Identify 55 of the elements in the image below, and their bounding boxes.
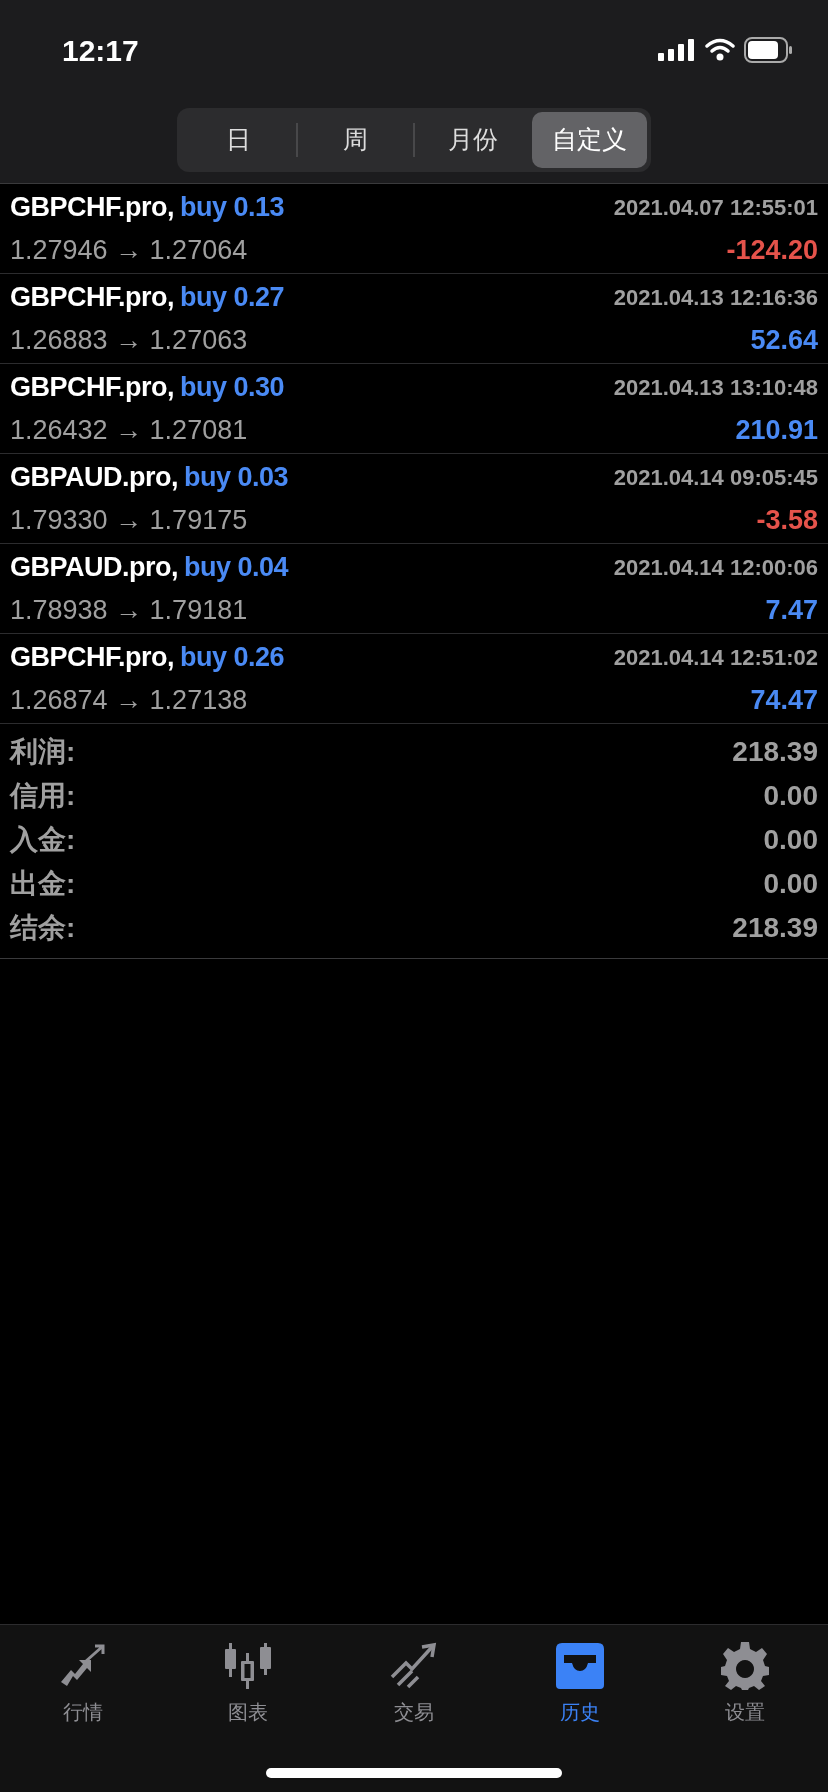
summary-value: 0.00 (763, 867, 818, 901)
tab-bar-item[interactable]: 交易 (331, 1639, 497, 1727)
price-range: 1.78938 → 1.79181 (10, 593, 248, 627)
close-time: 2021.04.14 12:51:02 (613, 643, 818, 672)
price-range: 1.79330 → 1.79175 (10, 503, 248, 537)
summary-label: 结余: (10, 911, 76, 945)
trade-volume: buy 0.03 (184, 461, 289, 494)
battery-icon (744, 37, 794, 63)
close-time: 2021.04.14 09:05:45 (613, 463, 818, 492)
profit-value: 7.47 (765, 593, 818, 627)
summary-value: 218.39 (732, 911, 818, 945)
symbol-label: GBPCHF.pro, (10, 191, 174, 224)
trade-volume: buy 0.30 (180, 371, 285, 404)
symbol-label: GBPCHF.pro, (10, 371, 174, 404)
summary-label: 入金: (10, 823, 76, 857)
period-tab[interactable]: 月份 (415, 112, 530, 168)
profit-value: -3.58 (756, 503, 818, 537)
tab-bar-item[interactable]: 历史 (496, 1639, 663, 1727)
trade-volume: buy 0.27 (180, 281, 285, 314)
symbol-label: GBPAUD.pro, (10, 461, 178, 494)
profit-value: 74.47 (750, 683, 818, 717)
trade-volume: buy 0.26 (180, 641, 285, 674)
trade-volume: buy 0.13 (180, 191, 285, 224)
status-time: 12:17 (62, 32, 139, 69)
summary-label: 利润: (10, 735, 76, 769)
price-range: 1.27946 → 1.27064 (10, 233, 248, 267)
signal-icon (658, 38, 696, 62)
settings-icon (719, 1640, 772, 1692)
symbol-label: GBPAUD.pro, (10, 551, 178, 584)
inbox-icon (553, 1641, 606, 1691)
summary-label: 信用: (10, 779, 76, 813)
close-time: 2021.04.13 13:10:48 (613, 373, 818, 402)
close-time: 2021.04.13 12:16:36 (613, 283, 818, 312)
price-range: 1.26883 → 1.27063 (10, 323, 248, 357)
summary-label: 出金: (10, 867, 76, 901)
tab-bar-item[interactable]: 行情 (0, 1639, 166, 1727)
close-time: 2021.04.14 12:00:06 (613, 553, 818, 582)
summary-value: 218.39 (732, 735, 818, 769)
period-tab[interactable]: 周 (298, 112, 413, 168)
trade-volume: buy 0.04 (184, 551, 289, 584)
wifi-icon (704, 38, 736, 62)
period-tab[interactable]: 日 (181, 112, 296, 168)
summary-value: 0.00 (763, 779, 818, 813)
price-range: 1.26874 → 1.27138 (10, 683, 248, 717)
period-tab[interactable]: 自定义 (532, 112, 647, 168)
profit-value: 52.64 (750, 323, 818, 357)
summary-value: 0.00 (763, 823, 818, 857)
profit-value: -124.20 (726, 233, 818, 267)
symbol-label: GBPCHF.pro, (10, 281, 174, 314)
price-range: 1.26432 → 1.27081 (10, 413, 248, 447)
symbol-label: GBPCHF.pro, (10, 641, 174, 674)
close-time: 2021.04.07 12:55:01 (613, 193, 818, 222)
tab-bar-item[interactable]: 设置 (662, 1639, 828, 1727)
tab-bar-item[interactable]: 图表 (165, 1639, 332, 1727)
profit-value: 210.91 (735, 413, 818, 447)
